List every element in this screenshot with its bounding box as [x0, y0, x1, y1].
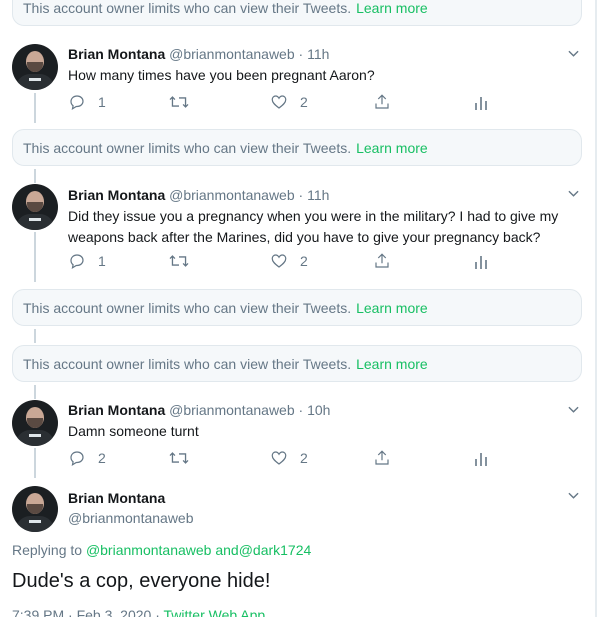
replying-to: Replying to @brianmontanaweb and@dark172…: [12, 542, 311, 558]
replying-prefix: Replying to: [12, 542, 83, 558]
retweet-icon: [169, 452, 189, 464]
tweet[interactable]: Brian Montana @brianmontanaweb · 10h Dam…: [68, 402, 568, 442]
chevron-down-icon[interactable]: [568, 188, 579, 199]
heart-icon: [271, 254, 287, 268]
analytics-button[interactable]: [474, 94, 488, 110]
chevron-down-icon[interactable]: [568, 490, 579, 501]
chevron-down-icon[interactable]: [568, 404, 579, 415]
tweet-meta: 7:39 PM · Feb 3, 2020 · Twitter Web App: [12, 607, 265, 617]
analytics-icon: [475, 453, 487, 466]
replying-to-links[interactable]: @brianmontanaweb and@dark1724: [86, 542, 311, 558]
learn-more-link[interactable]: Learn more: [356, 356, 428, 372]
restricted-notice: This account owner limits who can view t…: [12, 0, 582, 26]
heart-icon: [271, 451, 287, 465]
author-name[interactable]: Brian Montana: [68, 402, 165, 418]
share-button[interactable]: [373, 449, 474, 467]
author-name[interactable]: Brian Montana: [68, 46, 165, 62]
tweet-actions: 1 2: [68, 92, 498, 112]
avatar[interactable]: [12, 400, 58, 446]
reply-icon: [70, 95, 84, 110]
reply-icon: [70, 451, 84, 466]
author-name[interactable]: Brian Montana: [68, 187, 165, 203]
heart-icon: [271, 95, 287, 109]
learn-more-link[interactable]: Learn more: [356, 140, 428, 156]
author-handle[interactable]: @brianmontanaweb: [68, 510, 194, 526]
analytics-button[interactable]: [474, 253, 488, 269]
author-name[interactable]: Brian Montana: [68, 490, 165, 506]
tweet-time[interactable]: 11h: [307, 187, 329, 203]
restricted-notice: This account owner limits who can view t…: [12, 289, 582, 326]
tweet-timestamp[interactable]: 7:39 PM · Feb 3, 2020 ·: [12, 607, 164, 617]
tweet-actions: 1 2: [68, 251, 498, 271]
reply-button[interactable]: 2: [68, 449, 169, 467]
reply-button[interactable]: 1: [68, 252, 169, 270]
separator: ·: [298, 402, 304, 418]
learn-more-link[interactable]: Learn more: [356, 0, 428, 16]
retweet-icon: [169, 255, 189, 267]
thread-line: [34, 169, 36, 183]
tweet-time[interactable]: 10h: [307, 402, 330, 418]
retweet-button[interactable]: [169, 93, 270, 111]
author-handle[interactable]: @brianmontanaweb: [169, 402, 295, 418]
retweet-icon: [169, 96, 189, 108]
separator: ·: [298, 46, 304, 62]
notice-text: This account owner limits who can view t…: [23, 139, 352, 156]
reply-count: 1: [98, 94, 106, 110]
tweet[interactable]: Brian Montana @brianmontanaweb · 11h Did…: [68, 187, 568, 248]
reply-button[interactable]: 1: [68, 93, 169, 111]
restricted-notice: This account owner limits who can view t…: [12, 129, 582, 166]
tweet-actions: 2 2: [68, 448, 498, 468]
like-button[interactable]: 2: [270, 449, 373, 467]
tweet-text: Did they issue you a pregnancy when you …: [68, 208, 559, 245]
thread-line: [34, 385, 36, 399]
analytics-icon: [475, 97, 487, 110]
like-count: 2: [300, 450, 308, 466]
like-count: 2: [300, 253, 308, 269]
thread-line: [34, 329, 36, 343]
tweet-text: Damn someone turnt: [68, 423, 199, 439]
analytics-icon: [475, 256, 487, 269]
learn-more-link[interactable]: Learn more: [356, 300, 428, 316]
tweet-source-link[interactable]: Twitter Web App: [164, 607, 266, 617]
tweet[interactable]: Brian Montana @brianmontanaweb · 11h How…: [68, 46, 568, 86]
reply-count: 1: [98, 253, 106, 269]
avatar[interactable]: [12, 184, 58, 230]
retweet-button[interactable]: [169, 252, 270, 270]
restricted-notice: This account owner limits who can view t…: [12, 345, 582, 382]
like-button[interactable]: 2: [270, 252, 373, 270]
share-button[interactable]: [373, 252, 474, 270]
like-button[interactable]: 2: [270, 93, 373, 111]
notice-text: This account owner limits who can view t…: [23, 0, 352, 16]
chevron-down-icon[interactable]: [568, 48, 579, 59]
like-count: 2: [300, 94, 308, 110]
separator: ·: [298, 187, 304, 203]
tweet-time[interactable]: 11h: [307, 46, 329, 62]
share-icon: [375, 253, 389, 268]
avatar[interactable]: [12, 486, 58, 532]
thread-line: [34, 448, 36, 478]
share-icon: [375, 450, 389, 465]
main-tweet-text: Dude's a cop, everyone hide!: [12, 570, 271, 592]
author-handle[interactable]: @brianmontanaweb: [169, 187, 295, 203]
share-icon: [375, 94, 389, 109]
analytics-button[interactable]: [474, 450, 488, 466]
author-handle[interactable]: @brianmontanaweb: [169, 46, 295, 62]
tweet-text: How many times have you been pregnant Aa…: [68, 67, 375, 83]
reply-icon: [70, 254, 84, 269]
share-button[interactable]: [373, 93, 474, 111]
reply-count: 2: [98, 450, 106, 466]
avatar[interactable]: [12, 44, 58, 90]
notice-text: This account owner limits who can view t…: [23, 355, 352, 372]
retweet-button[interactable]: [169, 449, 270, 467]
thread-line: [34, 93, 36, 123]
notice-text: This account owner limits who can view t…: [23, 299, 352, 316]
thread-line: [34, 232, 36, 282]
